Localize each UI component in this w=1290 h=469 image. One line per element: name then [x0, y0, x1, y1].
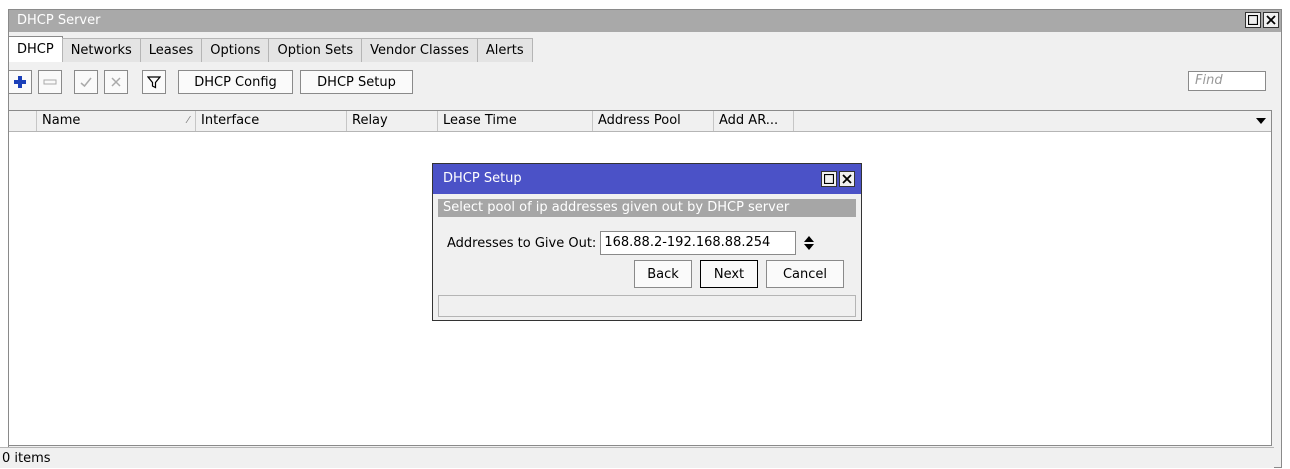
- column-header-name[interactable]: Name ⁄: [37, 111, 196, 131]
- column-header-blank: [9, 111, 37, 131]
- tab-label: Option Sets: [277, 43, 354, 58]
- column-header-label: Interface: [201, 113, 260, 128]
- close-icon[interactable]: [839, 171, 855, 187]
- filter-button[interactable]: [142, 70, 166, 94]
- item-count: 0 items: [2, 451, 51, 466]
- table-header: Name ⁄ Interface Relay Lease Time Addres…: [9, 111, 1271, 132]
- dialog-instruction: Select pool of ip addresses given out by…: [438, 199, 856, 217]
- tab-label: Options: [210, 43, 261, 58]
- column-header-interface[interactable]: Interface: [196, 111, 347, 131]
- minus-icon: [43, 79, 57, 85]
- window-titlebar[interactable]: DHCP Server: [9, 10, 1281, 32]
- tab-leases[interactable]: Leases: [139, 38, 203, 62]
- tab-vendor-classes[interactable]: Vendor Classes: [361, 38, 478, 62]
- column-header-label: Name: [42, 113, 81, 128]
- button-label: Cancel: [782, 266, 828, 282]
- button-label: DHCP Config: [194, 74, 277, 90]
- tab-dhcp[interactable]: DHCP: [8, 36, 63, 62]
- dialog-title: DHCP Setup: [443, 171, 522, 186]
- column-header-label: Add AR...: [719, 113, 779, 128]
- button-label: DHCP Setup: [317, 74, 396, 90]
- tab-option-sets[interactable]: Option Sets: [268, 38, 363, 62]
- cancel-button[interactable]: Cancel: [766, 260, 844, 288]
- dhcp-setup-dialog: DHCP Setup Select pool of ip addresses g…: [432, 163, 862, 321]
- dhcp-config-button[interactable]: DHCP Config: [178, 70, 293, 94]
- column-header-relay[interactable]: Relay: [347, 111, 438, 131]
- tab-options[interactable]: Options: [201, 38, 270, 62]
- column-header-label: Address Pool: [598, 113, 681, 128]
- tab-label: Alerts: [485, 43, 524, 58]
- column-chooser-chevron-down-icon[interactable]: [1255, 114, 1267, 128]
- column-header-add-arp[interactable]: Add AR...: [714, 111, 794, 131]
- cross-icon: [111, 77, 121, 87]
- tab-alerts[interactable]: Alerts: [476, 38, 533, 62]
- addresses-value: 168.88.2-192.168.88.254: [604, 235, 771, 250]
- tab-label: Networks: [70, 43, 132, 58]
- next-button[interactable]: Next: [700, 260, 758, 288]
- window-title: DHCP Server: [17, 13, 101, 28]
- column-header-label: Relay: [352, 113, 388, 128]
- column-header-address-pool[interactable]: Address Pool: [593, 111, 714, 131]
- tab-bar: DHCP Networks Leases Options Option Sets…: [8, 36, 533, 62]
- plus-icon: [14, 76, 26, 88]
- instruction-text: Select pool of ip addresses given out by…: [443, 200, 790, 215]
- tab-networks[interactable]: Networks: [61, 38, 141, 62]
- find-placeholder: Find: [1195, 73, 1223, 88]
- dhcp-setup-button[interactable]: DHCP Setup: [300, 70, 413, 94]
- dialog-window-controls: [821, 171, 855, 187]
- tab-label: DHCP: [17, 42, 54, 57]
- addresses-input[interactable]: 168.88.2-192.168.88.254: [600, 231, 797, 255]
- maximize-icon[interactable]: [821, 171, 837, 187]
- tab-label: Leases: [148, 43, 194, 58]
- add-button[interactable]: [8, 70, 32, 94]
- sort-indicator-icon: ⁄: [187, 115, 189, 126]
- disable-button[interactable]: [104, 70, 128, 94]
- tab-label: Vendor Classes: [370, 43, 469, 58]
- find-input[interactable]: Find: [1188, 71, 1266, 91]
- back-button[interactable]: Back: [634, 260, 692, 288]
- filter-icon: [147, 76, 161, 89]
- dialog-titlebar[interactable]: DHCP Setup: [433, 164, 861, 194]
- maximize-icon[interactable]: [1245, 12, 1261, 28]
- remove-button[interactable]: [38, 70, 62, 94]
- column-header-lease-time[interactable]: Lease Time: [438, 111, 593, 131]
- toolbar: DHCP Config DHCP Setup Find: [8, 70, 1274, 96]
- addresses-label: Addresses to Give Out:: [447, 235, 597, 251]
- dialog-status-area: [438, 295, 856, 317]
- button-label: Next: [713, 266, 745, 282]
- window-controls: [1245, 12, 1279, 28]
- addresses-field-row: Addresses to Give Out: 168.88.2-192.168.…: [447, 231, 815, 255]
- column-header-label: Lease Time: [443, 113, 517, 128]
- check-icon: [80, 77, 92, 88]
- enable-button[interactable]: [74, 70, 98, 94]
- close-icon[interactable]: [1263, 12, 1279, 28]
- button-label: Back: [647, 266, 679, 282]
- status-bar: 0 items: [0, 447, 1274, 468]
- spinner-updown-icon[interactable]: [804, 235, 815, 251]
